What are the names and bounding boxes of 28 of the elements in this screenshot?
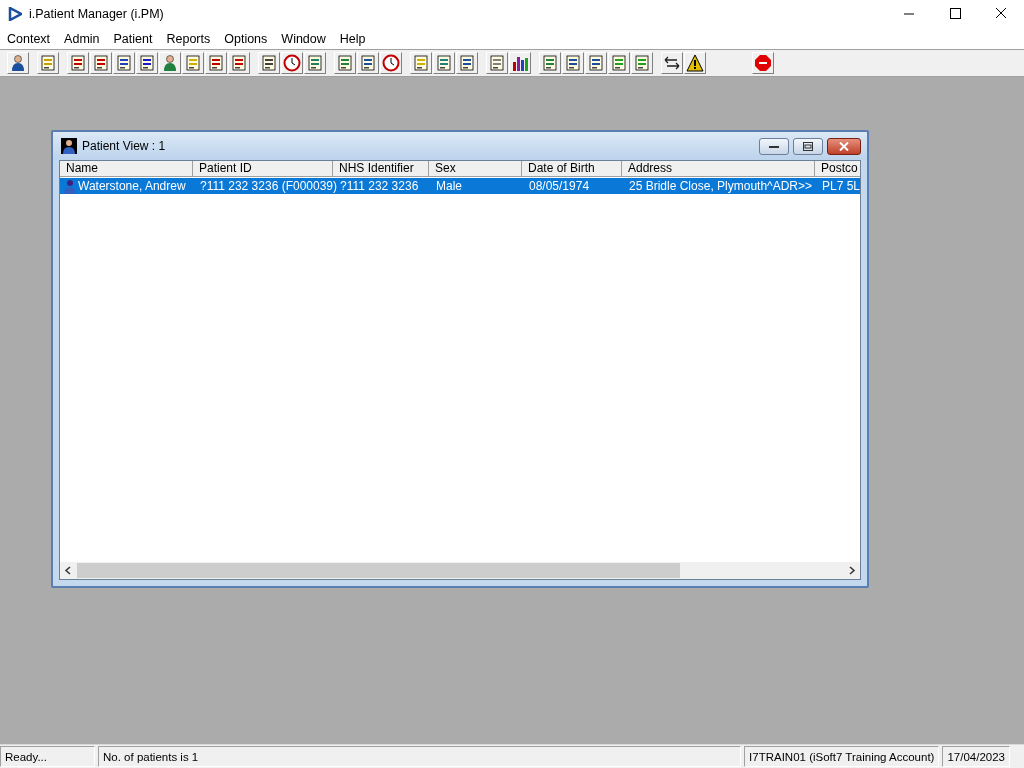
menu-item[interactable]: Options: [217, 31, 275, 46]
table-cell: Waterstone, Andrew: [78, 179, 186, 193]
column-header[interactable]: Sex: [429, 161, 522, 177]
window-title: i.Patient Manager (i.PM): [29, 7, 164, 21]
menu-item[interactable]: Patient: [106, 31, 160, 46]
status-panel: Ready...: [0, 746, 95, 767]
status-panel: 17/04/2023: [942, 746, 1010, 767]
menu-item[interactable]: Admin: [57, 31, 107, 46]
column-header[interactable]: Patient ID: [193, 161, 333, 177]
table-cell: 25 Bridle Close, Plymouth^ADR>>: [629, 179, 813, 193]
table-cell: 08/05/1974: [529, 179, 590, 193]
table-cell: ?111 232 3236: [340, 179, 419, 193]
column-header[interactable]: NHS Identifier: [333, 161, 429, 177]
menu-item[interactable]: Window: [274, 31, 333, 46]
menu-item[interactable]: Help: [332, 31, 373, 46]
child-window-title: Patient View : 1: [82, 139, 166, 153]
menu-item[interactable]: Reports: [159, 31, 218, 46]
column-header[interactable]: Name: [60, 161, 193, 177]
column-header[interactable]: Address: [622, 161, 815, 177]
table-cell: Male: [436, 179, 462, 193]
status-panel: I7TRAIN01 (iSoft7 Training Account): [744, 746, 940, 767]
status-panel: No. of patients is 1: [98, 746, 742, 767]
table-cell: ?111 232 3236 (F000039): [200, 179, 337, 193]
table-row[interactable]: Waterstone, Andrew ?111 232 3236 (F000039) ?111 232 3236 Male 08/05/1974 25 Bridle Close, Plymouth^ADR>> PL7 5L: [60, 178, 860, 194]
column-header[interactable]: Postco: [815, 161, 860, 177]
column-header[interactable]: Date of Birth: [522, 161, 622, 177]
table-cell: PL7 5L: [822, 179, 860, 193]
menu-item[interactable]: Context: [0, 31, 58, 46]
